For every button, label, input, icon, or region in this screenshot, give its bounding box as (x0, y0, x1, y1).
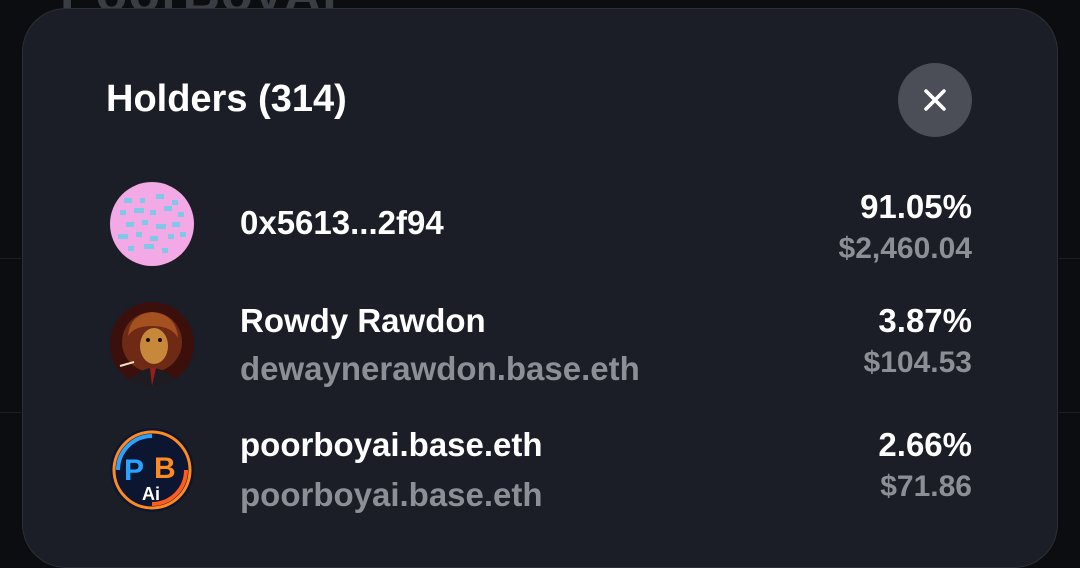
holder-row[interactable]: Rowdy Rawdon dewaynerawdon.base.eth 3.87… (0, 298, 1080, 398)
close-button[interactable] (898, 63, 972, 137)
holder-name: poorboyai.base.eth (240, 426, 543, 463)
holder-ens: poorboyai.base.eth (240, 476, 543, 513)
svg-text:B: B (154, 452, 176, 485)
holder-value: $2,460.04 (838, 232, 972, 265)
holder-row[interactable]: 0x5613...2f94 91.05% $2,460.04 (0, 174, 1080, 274)
holder-ens: dewaynerawdon.base.eth (240, 350, 640, 387)
holder-percent: 91.05% (860, 188, 972, 225)
close-icon (924, 89, 946, 111)
svg-text:P: P (124, 454, 144, 487)
holder-percent: 2.66% (878, 426, 972, 463)
lion-avatar (110, 302, 194, 386)
holder-value: $104.53 (863, 346, 972, 379)
pixel-pattern-avatar (110, 182, 194, 266)
holder-name: 0x5613...2f94 (240, 204, 444, 241)
svg-text:Ai: Ai (142, 484, 160, 504)
sheet-title: Holders (314) (106, 78, 347, 120)
holder-percent: 3.87% (878, 302, 972, 339)
pba-logo-avatar: P B Ai (110, 428, 194, 512)
holder-value: $71.86 (880, 470, 972, 503)
holder-name: Rowdy Rawdon (240, 302, 486, 339)
holder-row[interactable]: P B Ai poorboyai.base.eth poorboyai.base… (0, 424, 1080, 524)
